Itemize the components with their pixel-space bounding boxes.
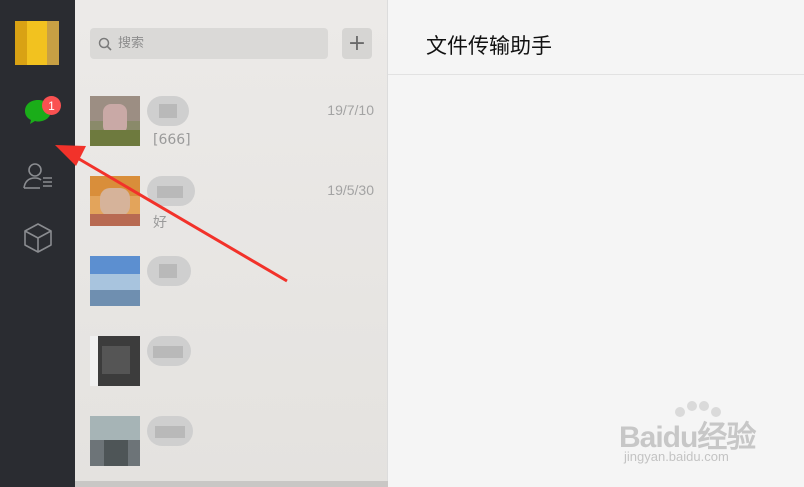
search-input[interactable] bbox=[118, 36, 318, 51]
avatar bbox=[90, 96, 140, 146]
chat-preview: [666] bbox=[153, 132, 191, 148]
add-button[interactable]: + bbox=[342, 28, 372, 59]
avatar bbox=[90, 336, 140, 386]
chat-time: 19/5/30 bbox=[327, 182, 374, 198]
chat-time: 19/7/10 bbox=[327, 102, 374, 118]
list-item[interactable]: 19/5/30 好 bbox=[75, 162, 388, 242]
conversation-header: 文件传输助手 bbox=[388, 0, 804, 75]
scroll-edge bbox=[75, 481, 388, 487]
unread-badge: 1 bbox=[42, 96, 61, 115]
list-item[interactable] bbox=[75, 322, 388, 402]
page-title: 文件传输助手 bbox=[426, 34, 552, 58]
avatar bbox=[90, 416, 140, 466]
avatar[interactable] bbox=[15, 21, 59, 65]
chat-preview: 好 bbox=[153, 215, 167, 231]
contact-name-mosaic bbox=[147, 176, 195, 206]
box-icon[interactable] bbox=[18, 218, 58, 258]
chat-list-panel: + 19/7/10 [666] 19/5/30 好 bbox=[75, 0, 388, 487]
avatar bbox=[90, 256, 140, 306]
baidu-watermark: Baidu经验 jingyan.baidu.com bbox=[616, 400, 766, 470]
avatar bbox=[90, 176, 140, 226]
list-item[interactable]: 19/7/10 [666] bbox=[75, 82, 388, 162]
contact-name-mosaic bbox=[147, 256, 191, 286]
search-icon bbox=[98, 37, 112, 51]
search-box[interactable] bbox=[90, 28, 328, 59]
contacts-icon[interactable] bbox=[18, 156, 58, 196]
list-item[interactable] bbox=[75, 402, 388, 482]
contact-name-mosaic bbox=[147, 336, 191, 366]
watermark-url: jingyan.baidu.com bbox=[624, 449, 729, 464]
list-item[interactable] bbox=[75, 242, 388, 322]
contact-name-mosaic bbox=[147, 416, 193, 446]
contact-name-mosaic bbox=[147, 96, 189, 126]
sidebar: 1 bbox=[0, 0, 75, 487]
